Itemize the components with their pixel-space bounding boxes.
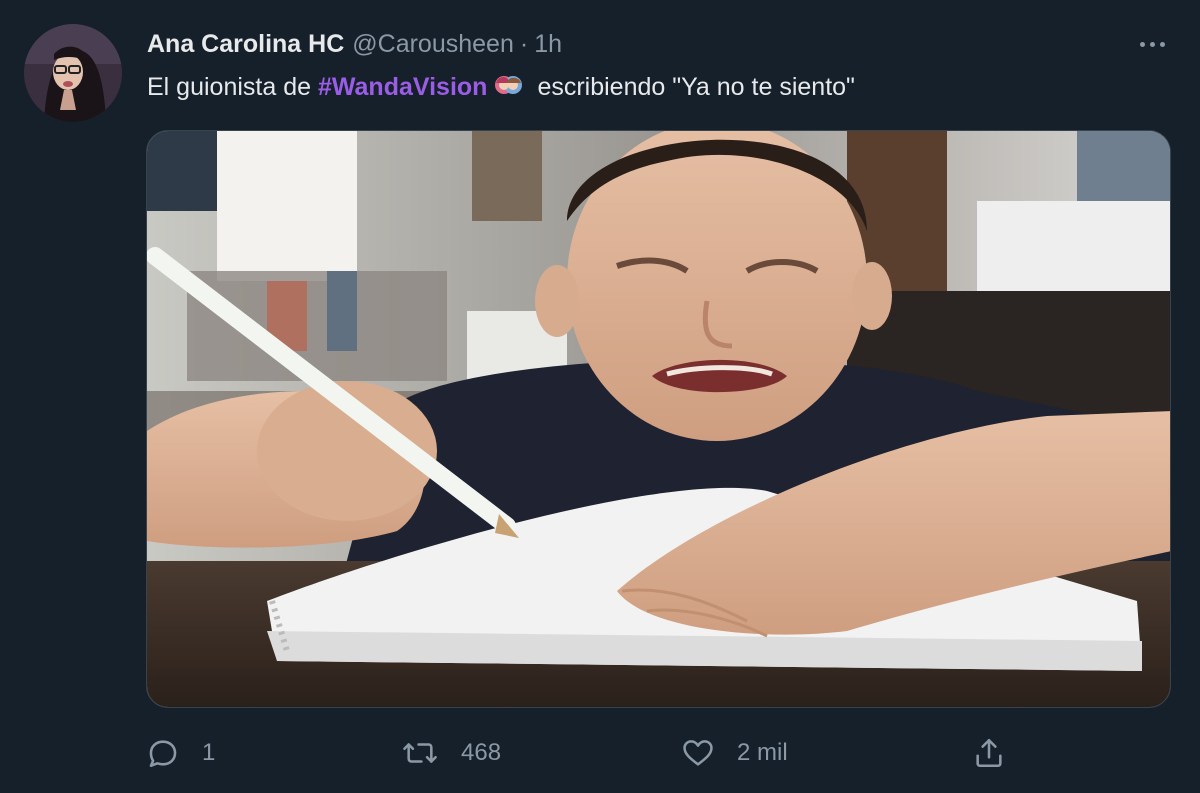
separator-dot: · <box>519 30 529 58</box>
heart-icon[interactable] <box>681 736 715 770</box>
reply-count: 1 <box>202 739 216 766</box>
like-count: 2 mil <box>737 739 788 766</box>
tweet-photo[interactable] <box>146 130 1171 708</box>
display-name[interactable]: Ana Carolina HC <box>147 30 344 58</box>
like-button[interactable]: 2 mil <box>681 728 788 778</box>
reply-icon[interactable] <box>146 736 180 770</box>
tweet-actions: 1 468 2 mil <box>146 728 1016 778</box>
hashtag-link[interactable]: #WandaVision <box>318 73 487 101</box>
reply-button[interactable]: 1 <box>146 728 215 778</box>
retweet-button[interactable]: 468 <box>401 728 501 778</box>
tweet-text: El guionista de #WandaVision escribiendo … <box>147 70 855 108</box>
tweet-text-before: El guionista de <box>147 73 318 101</box>
retweet-count: 468 <box>461 739 502 766</box>
avatar[interactable] <box>24 24 122 122</box>
share-icon[interactable] <box>972 736 1006 770</box>
more-dots-icon[interactable] <box>1134 32 1170 56</box>
tweet[interactable]: Ana Carolina HC @Carousheen · 1h El guionis… <box>0 0 1200 793</box>
share-button[interactable] <box>972 728 1006 778</box>
tweet-text-after: escribiendo "Ya no te siento" <box>537 73 855 101</box>
retweet-icon[interactable] <box>401 736 439 770</box>
wandavision-emoji <box>493 73 523 108</box>
timestamp[interactable]: 1h <box>534 30 562 58</box>
tweet-header: Ana Carolina HC @Carousheen · 1h <box>147 28 562 60</box>
user-handle[interactable]: @Carousheen <box>352 30 514 58</box>
